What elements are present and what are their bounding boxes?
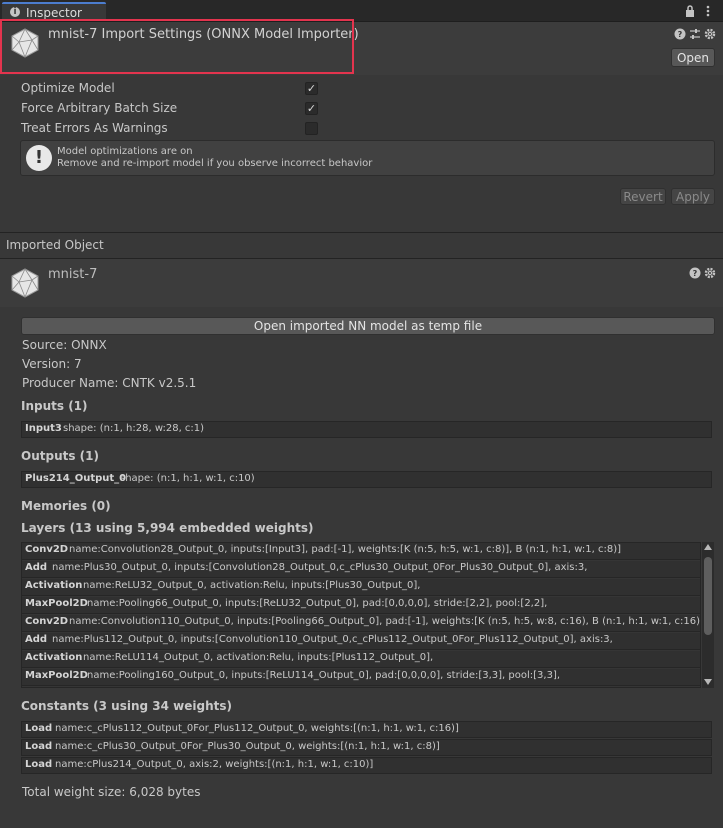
inputs-title: Inputs (1)	[21, 399, 88, 413]
layer-desc: name:Pooling66_Output_0, inputs:[ReLU32_…	[87, 598, 548, 609]
input-name: Input3	[25, 423, 62, 434]
constant-type: Load	[25, 723, 53, 734]
warning-icon: !	[26, 145, 52, 171]
outputs-title: Outputs (1)	[21, 449, 99, 463]
asset-title: mnist-7	[48, 267, 98, 282]
layer-desc: name:Pooling160_Output_0, inputs:[ReLU11…	[87, 670, 561, 681]
source-text: Source: ONNX	[22, 338, 107, 352]
optimize-model-label: Optimize Model	[21, 81, 115, 95]
layers-scrollbar-thumb[interactable]	[704, 557, 712, 635]
output-desc: shape: (n:1, h:1, w:1, c:10)	[120, 473, 255, 484]
constant-type: Load	[25, 741, 53, 752]
imported-object-label: Imported Object	[6, 238, 104, 252]
output-name: Plus214_Output_0	[25, 473, 127, 484]
layer-row: Activation name:ReLU32_Output_0, activat…	[22, 579, 700, 596]
lock-icon[interactable]	[684, 4, 696, 18]
constant-type: Load	[25, 759, 53, 770]
treat-errors-label: Treat Errors As Warnings	[21, 121, 168, 135]
help-icon[interactable]: ?	[689, 267, 701, 279]
input-row: Input3 shape: (n:1, h:28, w:28, c:1)	[21, 421, 712, 438]
optimization-help-box: ! Model optimizations are on Remove and …	[20, 140, 715, 176]
apply-button[interactable]: Apply	[671, 188, 715, 205]
layer-type: Activation	[25, 580, 83, 591]
constant-row: Load name:cPlus214_Output_0, axis:2, wei…	[21, 757, 712, 774]
revert-button[interactable]: Revert	[620, 188, 666, 205]
help-icon[interactable]: ?	[674, 28, 686, 40]
constants-title: Constants (3 using 34 weights)	[21, 699, 233, 713]
treat-errors-checkbox[interactable]	[305, 122, 318, 135]
layer-type: Add	[25, 562, 48, 573]
constant-row: Load name:c_cPlus112_Output_0For_Plus112…	[21, 721, 712, 738]
force-batch-size-label: Force Arbitrary Batch Size	[21, 101, 178, 115]
layer-type: MaxPool2D	[25, 598, 88, 609]
divider	[0, 232, 723, 233]
layer-row: Add name:Plus112_Output_0, inputs:[Convo…	[22, 633, 700, 650]
layers-list[interactable]: Conv2D name:Convolution28_Output_0, inpu…	[21, 542, 701, 688]
optimize-model-checkbox[interactable]: ✓	[305, 82, 318, 95]
layer-type: MaxPool2D	[25, 670, 88, 681]
preset-sliders-icon[interactable]	[689, 28, 701, 40]
help-line-1: Model optimizations are on	[57, 146, 193, 157]
help-line-2: Remove and re-import model if you observ…	[57, 158, 373, 169]
svg-text:?: ?	[693, 269, 698, 278]
layer-desc: name:Convolution110_Output_0, inputs:[Po…	[69, 616, 701, 627]
layer-desc: name:Plus112_Output_0, inputs:[Convoluti…	[52, 634, 613, 645]
layer-desc: name:ReLU32_Output_0, activation:Relu, i…	[83, 580, 421, 591]
constant-desc: name:cPlus214_Output_0, axis:2, weights:…	[55, 759, 374, 770]
title-highlight-box	[0, 19, 354, 74]
constant-row: Load name:c_cPlus30_Output_0For_Plus30_O…	[21, 739, 712, 756]
tab-label: Inspector	[26, 6, 82, 20]
layer-row: Activation name:ReLU114_Output_0, activa…	[22, 651, 700, 668]
layer-type: Activation	[25, 652, 83, 663]
output-row: Plus214_Output_0 shape: (n:1, h:1, w:1, …	[21, 471, 712, 488]
constant-desc: name:c_cPlus30_Output_0For_Plus30_Output…	[55, 741, 440, 752]
total-weight-text: Total weight size: 6,028 bytes	[22, 785, 201, 799]
model-asset-icon	[11, 268, 39, 298]
gear-icon[interactable]	[704, 267, 716, 279]
memories-title: Memories (0)	[21, 499, 111, 513]
open-button[interactable]: Open	[671, 48, 715, 67]
scroll-down-arrow-icon[interactable]	[704, 679, 712, 685]
layer-row: Conv2D name:Convolution110_Output_0, inp…	[22, 615, 700, 632]
layers-title: Layers (13 using 5,994 embedded weights)	[21, 521, 314, 535]
scroll-up-arrow-icon[interactable]	[704, 544, 712, 550]
layer-desc: name:ReLU114_Output_0, activation:Relu, …	[83, 652, 434, 663]
svg-text:?: ?	[678, 30, 683, 39]
constant-desc: name:c_cPlus112_Output_0For_Plus112_Outp…	[55, 723, 459, 734]
imported-object-header	[0, 259, 723, 307]
info-icon: i	[10, 7, 20, 17]
kebab-menu-icon[interactable]	[705, 4, 711, 18]
layer-type: Add	[25, 634, 48, 645]
force-batch-size-checkbox[interactable]: ✓	[305, 102, 318, 115]
layer-row: MaxPool2D name:Pooling66_Output_0, input…	[22, 597, 700, 614]
layer-type: Conv2D	[25, 544, 69, 555]
open-temp-file-button[interactable]: Open imported NN model as temp file	[21, 317, 715, 335]
layer-type: Conv2D	[25, 616, 69, 627]
layer-desc: name:Plus30_Output_0, inputs:[Convolutio…	[52, 562, 588, 573]
producer-text: Producer Name: CNTK v2.5.1	[22, 376, 197, 390]
version-text: Version: 7	[22, 357, 82, 371]
input-desc: shape: (n:1, h:28, w:28, c:1)	[63, 423, 205, 434]
layer-desc: name:Convolution28_Output_0, inputs:[Inp…	[69, 544, 622, 555]
layer-row: Add name:Plus30_Output_0, inputs:[Convol…	[22, 561, 700, 578]
layer-row: MaxPool2D name:Pooling160_Output_0, inpu…	[22, 669, 700, 686]
gear-icon[interactable]	[704, 28, 716, 40]
layer-row: Conv2D name:Convolution28_Output_0, inpu…	[22, 543, 700, 560]
